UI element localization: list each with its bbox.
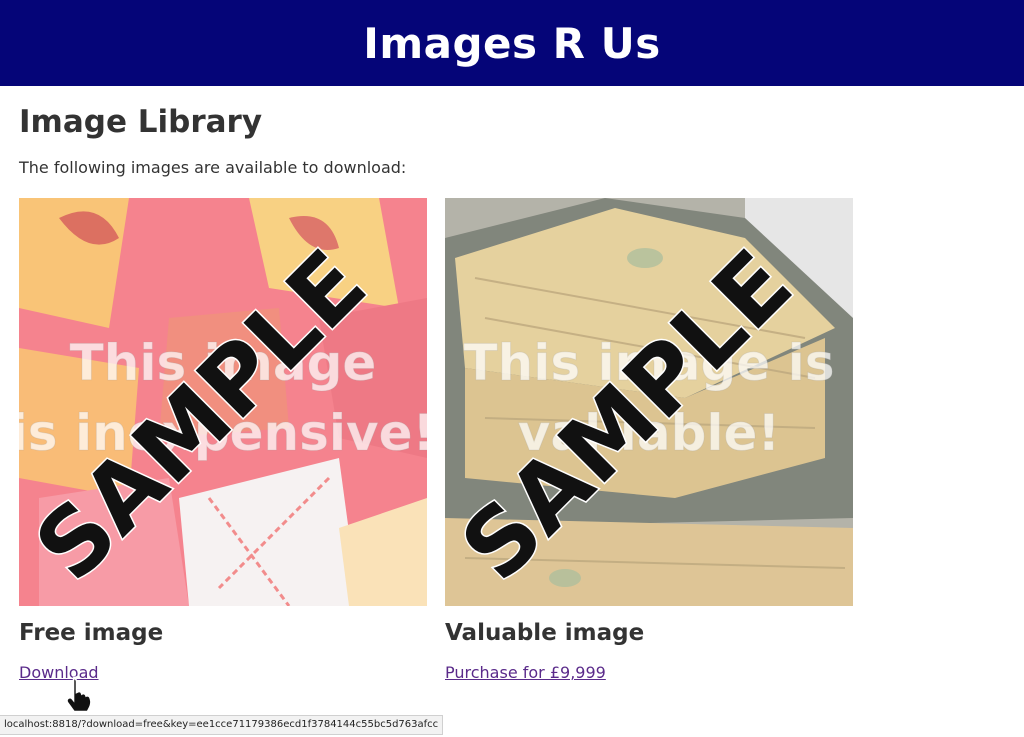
image-valuable-preview: This image is valuable! SAMPLE: [445, 198, 853, 606]
intro-text: The following images are available to do…: [19, 158, 407, 177]
hand-pointer-icon: [66, 676, 92, 713]
image-free-preview: This image is inexpensive! SAMPLE: [19, 198, 427, 606]
image-card-valuable: This image is valuable! SAMPLE Valuable …: [445, 198, 853, 682]
status-bar-url: localhost:8818/?download=free&key=ee1cce…: [0, 715, 444, 735]
free-image-title: Free image: [19, 620, 164, 646]
page-title: Image Library: [19, 104, 263, 140]
site-title: Images R Us: [363, 18, 661, 68]
image-card-free: This image is inexpensive! SAMPLE Free i…: [19, 198, 427, 682]
money-briefcase-image: This image is valuable! SAMPLE: [445, 198, 853, 606]
site-header: Images R Us: [0, 0, 1024, 86]
gift-boxes-image: This image is inexpensive! SAMPLE: [19, 198, 427, 606]
valuable-image-title: Valuable image: [445, 620, 645, 646]
purchase-link[interactable]: Purchase for £9,999: [445, 663, 606, 682]
